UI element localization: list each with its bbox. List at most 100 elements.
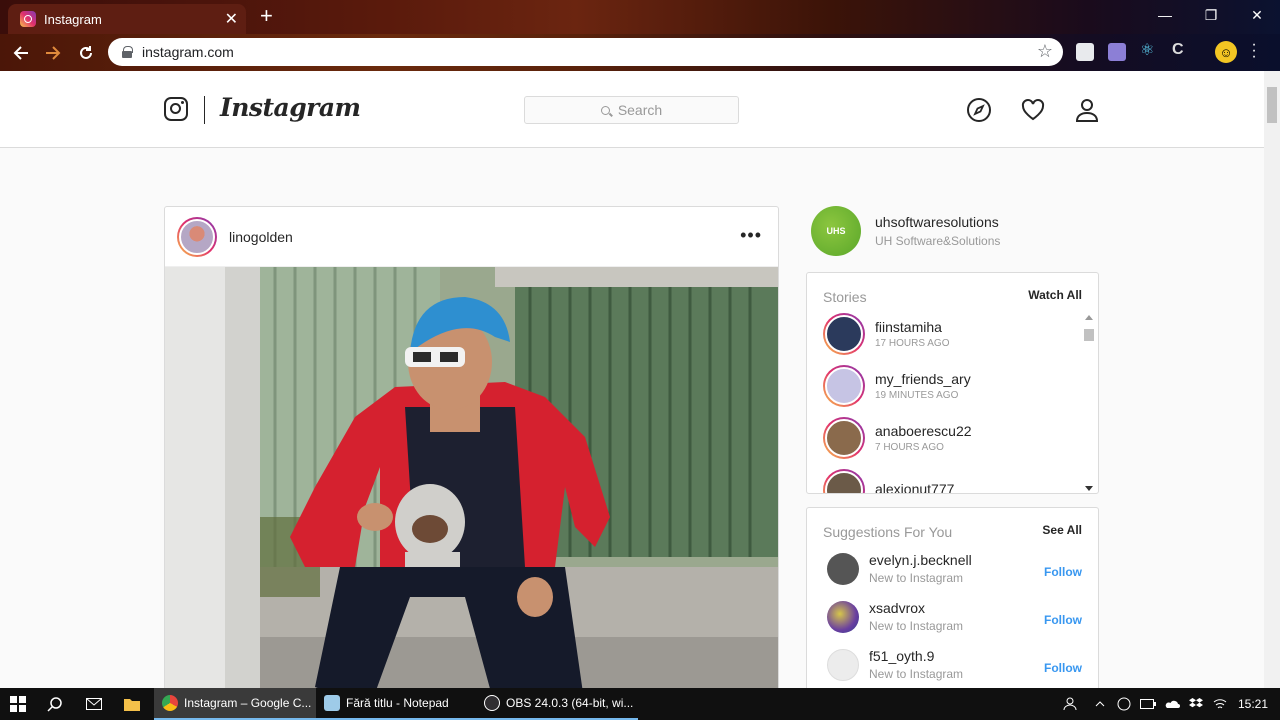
taskbar-app-obs[interactable]: OBS 24.0.3 (64-bit, wi... [476,688,638,720]
suggestion-username[interactable]: xsadvrox [869,600,963,616]
dropbox-icon[interactable] [1188,688,1204,720]
start-button[interactable] [0,688,36,720]
search-input[interactable]: Search [524,96,739,124]
story-item[interactable]: alexionut777 [823,469,955,494]
forward-button[interactable] [40,40,66,66]
post-header: linogolden ••• [165,207,778,267]
tray-chevron-icon[interactable] [1092,688,1108,720]
activity-heart-icon[interactable] [1020,97,1046,123]
mail-icon [86,698,102,710]
account-username[interactable]: uhsoftwaresolutions [875,214,999,230]
browser-toolbar: instagram.com ☆ ⚛ C ☺ · · · [0,34,1280,71]
account-avatar[interactable]: UHS [811,206,861,256]
browser-tabstrip: Instagram ✕ + — ❐ ✕ [0,0,1280,34]
story-time: 17 HOURS AGO [875,338,950,349]
close-window-button[interactable]: ✕ [1234,0,1280,30]
url-text: instagram.com [142,44,234,60]
obs-tray-icon[interactable] [1116,688,1132,720]
follow-button[interactable]: Follow [1044,661,1082,675]
taskbar-app-label: OBS 24.0.3 (64-bit, wi... [506,696,634,710]
suggestion-subtitle: New to Instagram [869,619,964,633]
page-scrollbar[interactable] [1264,71,1280,688]
story-avatar [823,365,865,407]
story-username: alexionut777 [875,480,955,494]
stories-scrollbar[interactable] [1082,313,1096,493]
suggestion-avatar[interactable] [827,648,859,681]
back-button[interactable] [8,40,34,66]
story-username: my_friends_ary [875,371,971,387]
story-time: 7 HOURS AGO [875,442,944,453]
story-avatar [823,469,865,493]
close-tab-icon[interactable]: ✕ [225,9,238,29]
windows-logo-icon [10,696,26,712]
watch-all-link[interactable]: Watch All [1028,288,1082,302]
wifi-icon[interactable] [1212,688,1228,720]
extension-1-icon[interactable] [1076,43,1094,61]
story-item[interactable]: fiinstamiha 17 HOURS AGO [823,313,949,355]
post-avatar[interactable] [177,216,217,257]
bookmark-star-icon[interactable]: ☆ [1037,41,1053,62]
explore-compass-icon[interactable] [966,97,992,123]
reload-button[interactable] [73,40,99,66]
onedrive-icon[interactable] [1164,688,1180,720]
taskbar-app-notepad[interactable]: Fără titlu - Notepad [316,688,478,720]
search-icon [47,697,62,712]
taskbar-app-chrome[interactable]: Instagram – Google C... [154,688,316,720]
taskbar-app-label: Instagram – Google C... [184,696,312,710]
profile-user-icon[interactable] [1074,97,1100,123]
search-icon [600,105,610,115]
profile-avatar-icon[interactable]: ☺ [1215,41,1237,63]
story-username: anaboerescu22 [875,423,972,439]
windows-taskbar: Instagram – Google C... Fără titlu - Not… [0,688,1280,720]
post-photo[interactable] [165,267,778,688]
suggestion-item: evelyn.j.becknell New to Instagram [827,552,972,585]
suggestion-avatar[interactable] [827,600,859,633]
suggestion-avatar[interactable] [827,552,859,585]
suggestion-subtitle: New to Instagram [869,571,964,585]
file-explorer-button[interactable] [118,688,146,720]
back-arrow-icon [13,46,28,60]
taskbar-search-button[interactable] [40,688,70,720]
address-bar[interactable]: instagram.com ☆ [108,38,1063,66]
instagram-header: Instagram Search [0,71,1264,148]
story-username: fiinstamiha [875,319,942,335]
battery-icon[interactable] [1140,688,1156,720]
suggestion-item: f51_oyth.9 New to Instagram [827,648,963,681]
browser-menu-icon[interactable]: · · · [1250,37,1258,65]
notepad-icon [324,695,340,711]
page-scrollbar-thumb[interactable] [1267,87,1277,123]
minimize-button[interactable]: — [1142,0,1188,30]
suggestions-panel: Suggestions For You See All evelyn.j.bec… [806,507,1099,688]
chrome-icon [162,695,178,711]
post-photo-illustration [165,267,778,688]
reload-icon [80,46,92,59]
suggestion-username[interactable]: f51_oyth.9 [869,648,963,664]
feed-post: linogolden ••• [164,206,779,688]
suggestions-title: Suggestions For You [823,524,953,540]
story-item[interactable]: my_friends_ary 19 MINUTES AGO [823,365,971,407]
follow-button[interactable]: Follow [1044,565,1082,579]
follow-button[interactable]: Follow [1044,613,1082,627]
extension-c-icon[interactable]: C [1172,41,1190,59]
stories-panel: Stories Watch All fiinstamiha 17 HOURS AG… [806,272,1099,494]
restore-button[interactable]: ❐ [1188,0,1234,30]
obs-icon [484,695,500,711]
account-display-name: UH Software&Solutions [875,234,1001,248]
people-icon[interactable] [1060,688,1080,720]
see-all-link[interactable]: See All [1042,523,1082,537]
post-username[interactable]: linogolden [229,229,293,245]
story-avatar-fill [825,315,863,353]
post-options-icon[interactable]: ••• [740,225,762,246]
new-tab-button[interactable]: + [260,4,273,28]
react-devtools-icon[interactable]: ⚛ [1140,40,1158,59]
browser-tab-instagram[interactable]: Instagram ✕ [8,4,246,34]
logo-divider [204,96,205,124]
taskbar-clock[interactable]: 15:21 [1238,697,1268,711]
suggestion-username[interactable]: evelyn.j.becknell [869,552,972,568]
taskbar-app-label: Fără titlu - Notepad [346,696,449,710]
instagram-logo-icon[interactable] [164,97,188,121]
instagram-wordmark[interactable]: Instagram [220,93,361,122]
extension-2-icon[interactable] [1108,43,1126,61]
story-item[interactable]: anaboerescu22 7 HOURS AGO [823,417,972,459]
mail-app-button[interactable] [80,688,108,720]
